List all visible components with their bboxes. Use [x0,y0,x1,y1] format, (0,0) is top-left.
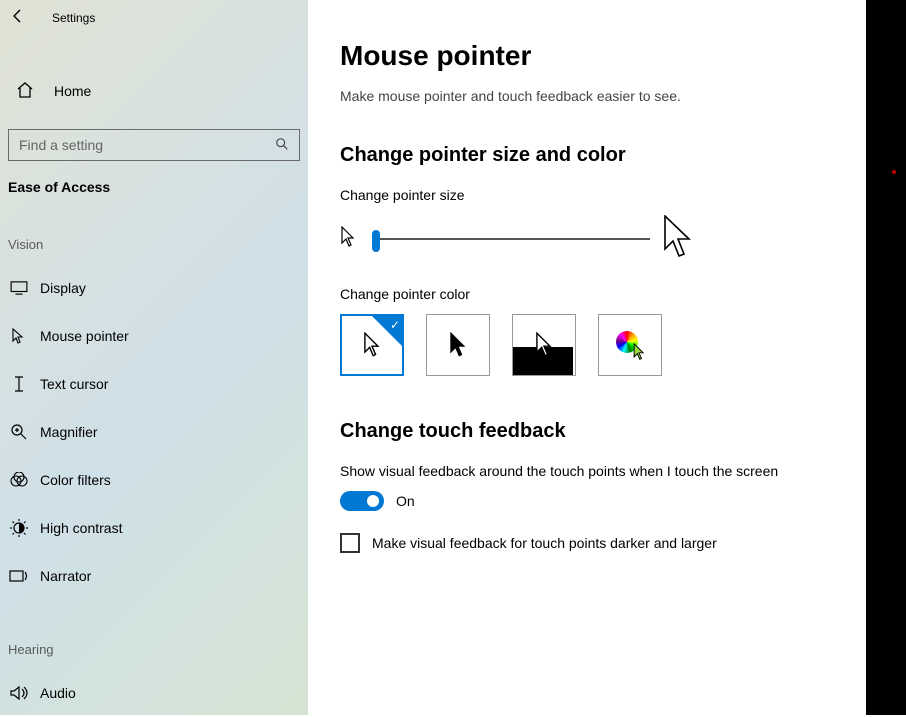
toggle-knob [367,495,379,507]
magnifier-icon [8,423,30,441]
slider-thumb[interactable] [372,230,380,252]
pointer-size-slider[interactable] [372,238,650,240]
cursor-large-icon [662,215,694,262]
pointer-color-label: Change pointer color [340,286,866,302]
red-dot-icon [892,170,896,174]
textcursor-icon [8,375,30,393]
display-icon [8,281,30,295]
sidebar-item-magnifier[interactable]: Magnifier [0,408,308,456]
sidebar-item-label: Mouse pointer [40,328,129,344]
pointer-icon [8,327,30,345]
home-label: Home [54,83,91,99]
pointer-size-label: Change pointer size [340,187,866,203]
sidebar-item-high-contrast[interactable]: High contrast [0,504,308,552]
back-icon[interactable] [10,8,30,27]
sidebar-item-label: Narrator [40,568,91,584]
home-button[interactable]: Home [0,71,308,111]
content-pane: Mouse pointer Make mouse pointer and tou… [308,0,866,715]
color-option-black[interactable] [426,314,490,376]
sidebar-item-display[interactable]: Display [0,264,308,312]
category-title: Ease of Access [0,161,308,195]
sidebar-item-audio[interactable]: Audio [0,669,308,717]
sidebar-item-label: Audio [40,685,76,701]
darker-larger-label: Make visual feedback for touch points da… [372,535,717,551]
page-subtitle: Make mouse pointer and touch feedback ea… [340,88,866,104]
sidebar-item-color-filters[interactable]: Color filters [0,456,308,504]
sidebar-item-text-cursor[interactable]: Text cursor [0,360,308,408]
darker-larger-checkbox[interactable] [340,533,360,553]
color-option-white[interactable]: ✓ [340,314,404,376]
sidebar-item-label: Magnifier [40,424,98,440]
audio-icon [8,685,30,701]
rainbow-icon [616,331,644,359]
search-icon [275,137,289,154]
pointer-color-options: ✓ [340,314,866,376]
narrator-icon [8,568,30,584]
sidebar-item-mouse-pointer[interactable]: Mouse pointer [0,312,308,360]
touch-feedback-toggle[interactable] [340,491,384,511]
home-icon [16,81,34,102]
highcontrast-icon [8,518,30,538]
page-title: Mouse pointer [340,40,866,72]
color-option-custom[interactable] [598,314,662,376]
toggle-state-label: On [396,493,415,509]
colorfilters-icon [8,472,30,488]
sidebar-item-label: Text cursor [40,376,108,392]
app-title: Settings [52,11,95,25]
sidebar-item-label: Display [40,280,86,296]
group-vision-label: Vision [0,237,308,252]
sidebar-item-label: High contrast [40,520,122,536]
check-icon: ✓ [390,318,400,332]
search-input[interactable]: Find a setting [8,129,300,161]
touch-toggle-caption: Show visual feedback around the touch po… [340,463,866,479]
section-touch-title: Change touch feedback [340,420,866,443]
cursor-small-icon [340,226,360,251]
group-hearing-label: Hearing [0,642,308,657]
pointer-size-slider-row [340,215,866,262]
black-strip [866,0,906,715]
sidebar: Settings Home Find a setting Ease of Acc… [0,0,308,715]
titlebar: Settings [0,2,308,35]
sidebar-item-narrator[interactable]: Narrator [0,552,308,600]
section-size-color-title: Change pointer size and color [340,144,866,167]
sidebar-item-label: Color filters [40,472,111,488]
color-option-inverted[interactable] [512,314,576,376]
search-placeholder: Find a setting [19,137,103,153]
